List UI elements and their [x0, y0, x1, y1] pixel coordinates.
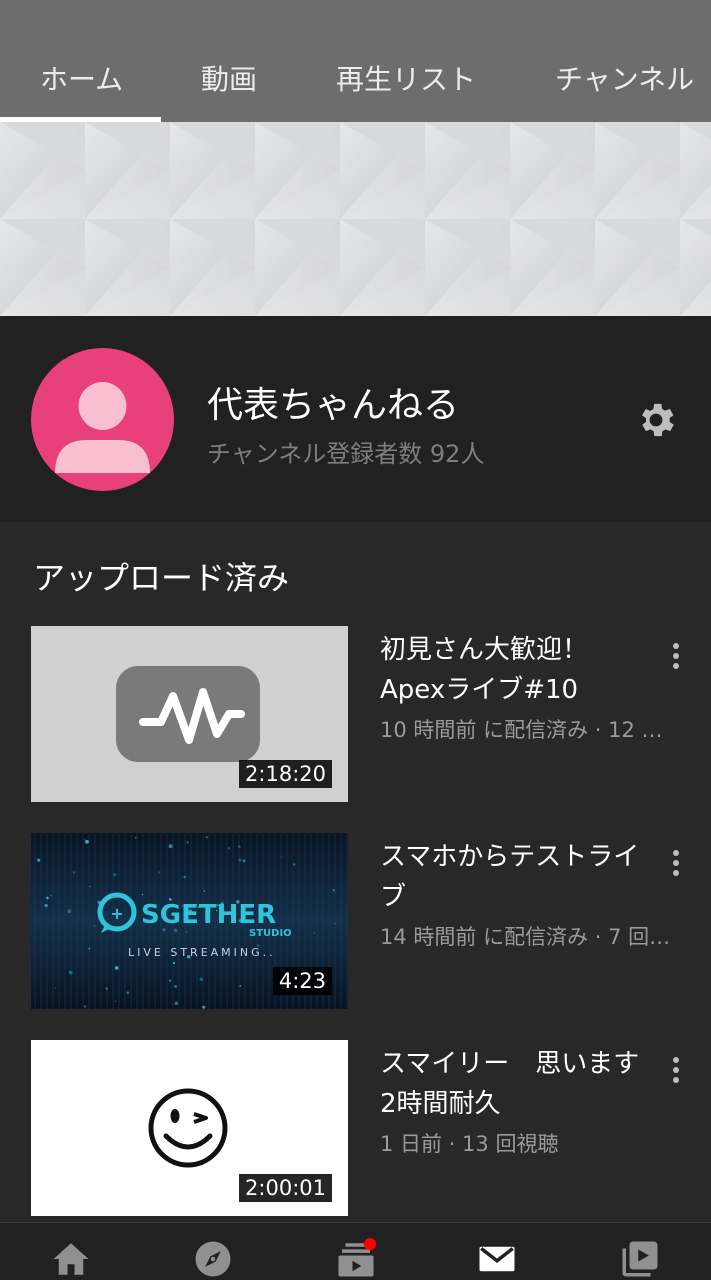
default-avatar-icon	[55, 382, 150, 473]
more-options-icon[interactable]	[666, 640, 686, 674]
tab-channels[interactable]: チャンネル	[555, 58, 694, 98]
notification-dot-icon	[363, 1238, 377, 1251]
gear-icon[interactable]	[634, 398, 678, 442]
video-title[interactable]: スマイリー 思います 2時間耐久	[380, 1044, 665, 1124]
bottom-navigation	[0, 1222, 711, 1280]
tab-home[interactable]: ホーム	[40, 58, 123, 98]
video-meta: 14 時間前 に配信済み · 7 回視聴	[380, 925, 675, 949]
channel-tab-bar: ホーム 動画 再生リスト チャンネル	[0, 0, 711, 122]
video-duration: 4:23	[272, 967, 332, 995]
tab-playlists[interactable]: 再生リスト	[336, 58, 476, 98]
video-list-item[interactable]: 2:18:20 初見さん大歓迎！ Apexライブ#10 10 時間前 に配信済み…	[0, 626, 711, 802]
channel-header: 代表ちゃんねる チャンネル登録者数 92人	[0, 316, 711, 522]
explore-icon[interactable]	[192, 1237, 234, 1280]
video-list-item[interactable]: 2:00:01 スマイリー 思います 2時間耐久 1 日前 · 13 回視聴	[0, 1040, 711, 1216]
more-options-icon[interactable]	[666, 1054, 686, 1088]
section-title-uploads: アップロード済み	[33, 559, 290, 597]
live-streaming-text: LIVE STREAMING..	[128, 946, 276, 959]
video-thumbnail[interactable]: + SGETHER STUDIO LIVE STREAMING.. 4:23	[31, 833, 348, 1009]
home-icon[interactable]	[50, 1237, 92, 1280]
subscriber-count: チャンネル登録者数 92人	[207, 440, 485, 468]
sgether-sub-text: STUDIO	[249, 928, 292, 939]
video-duration: 2:00:01	[239, 1174, 332, 1202]
video-meta: 1 日前 · 13 回視聴	[380, 1132, 559, 1156]
video-title[interactable]: スマホからテストライブ	[380, 837, 650, 917]
video-title[interactable]: 初見さん大歓迎！ Apexライブ#10	[380, 630, 650, 710]
channel-banner	[0, 122, 711, 316]
more-options-icon[interactable]	[666, 847, 686, 881]
sgether-brand-text: SGETHER	[141, 900, 276, 930]
video-list-item[interactable]: + SGETHER STUDIO LIVE STREAMING.. 4:23 ス…	[0, 833, 711, 1009]
video-thumbnail[interactable]: 2:18:20	[31, 626, 348, 802]
subscriptions-icon[interactable]	[335, 1237, 377, 1280]
inbox-icon[interactable]	[476, 1237, 518, 1280]
svg-text:+: +	[110, 904, 123, 923]
video-duration: 2:18:20	[239, 760, 332, 788]
channel-name: 代表ちゃんねる	[207, 385, 460, 426]
video-thumbnail[interactable]: 2:00:01	[31, 1040, 348, 1216]
library-icon[interactable]	[619, 1237, 661, 1280]
channel-avatar[interactable]	[31, 348, 174, 491]
tab-videos[interactable]: 動画	[201, 58, 257, 98]
video-meta: 10 時間前 に配信済み · 12 回視聴	[380, 718, 675, 742]
